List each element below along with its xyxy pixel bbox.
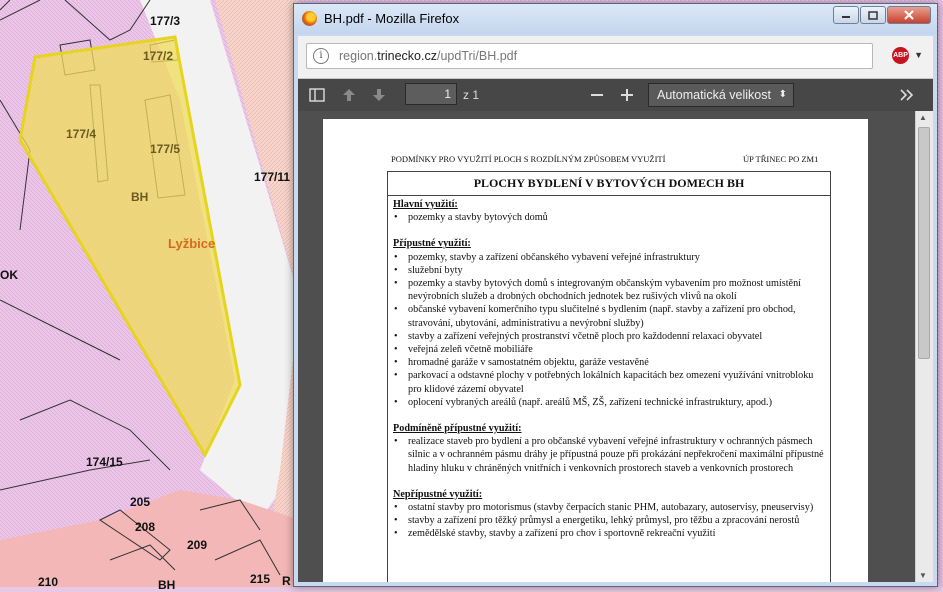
bullet-list: ostatní stavby pro motorismus (stavby če… [393, 501, 826, 541]
parcel-label: R [282, 574, 291, 588]
bullet-list: pozemky a stavby bytových domů [393, 211, 826, 224]
document-header-left: PODMÍNKY PRO VYUŽITÍ PLOCH S ROZDÍLNÝM Z… [391, 154, 666, 164]
section-heading: Nepřípustné využití: [393, 488, 483, 500]
close-button[interactable] [887, 6, 931, 24]
navigation-bar: i region.trinecko.cz/updTri/BH.pdf ABP ▼ [298, 36, 933, 79]
url-bar[interactable]: i region.trinecko.cz/updTri/BH.pdf [306, 43, 873, 69]
parcel-label: 205 [130, 495, 151, 509]
zoom-select[interactable]: Automatická velikost ⬍ [648, 83, 794, 107]
vertical-scrollbar[interactable]: ▲ ▼ [915, 111, 933, 582]
zone-label: BH [158, 578, 176, 592]
url-prefix: region. [339, 49, 378, 63]
minimize-icon [842, 16, 850, 18]
section-heading: Hlavní využití: [393, 199, 458, 210]
close-icon [904, 10, 914, 20]
parcel-label: 177/4 [66, 127, 97, 141]
zoom-out-button[interactable] [588, 84, 606, 106]
list-item: veřejná zeleň včetně mobiliáře [394, 343, 826, 356]
tools-button[interactable] [896, 84, 918, 106]
pdf-viewer[interactable]: PODMÍNKY PRO VYUŽITÍ PLOCH S ROZDÍLNÝM Z… [298, 111, 933, 582]
window-title: BH.pdf - Mozilla Firefox [324, 11, 460, 26]
bullet-list: realizace staveb pro bydlení a pro občan… [393, 435, 826, 475]
list-item: pozemky a stavby bytových domů s integro… [394, 277, 826, 303]
regulation-table: PLOCHY BYDLENÍ V BYTOVÝCH DOMECH BH Hlav… [387, 171, 831, 582]
parcel-label: OK [0, 268, 18, 282]
next-page-button[interactable] [370, 84, 388, 106]
bullet-list: pozemky, stavby a zařízení občanského vy… [393, 251, 826, 410]
select-arrows-icon: ⬍ [778, 89, 787, 100]
zoom-value: Automatická velikost [657, 88, 771, 102]
sidebar-toggle-button[interactable] [308, 84, 326, 106]
info-icon[interactable]: i [313, 48, 329, 64]
page-number-input[interactable]: 1 [405, 83, 457, 105]
minimize-button[interactable] [833, 6, 859, 24]
dropdown-arrow-icon[interactable]: ▼ [914, 50, 923, 60]
previous-page-button[interactable] [340, 84, 358, 106]
maximize-icon [868, 10, 878, 20]
window-controls [833, 6, 931, 24]
list-item: služební byty [394, 264, 826, 277]
parcel-label: 177/2 [143, 49, 174, 63]
pdf-toolbar: 1 z 1 Automatická velikost ⬍ [298, 79, 933, 111]
list-item: pozemky a stavby bytových domů [394, 211, 826, 224]
double-chevron-right-icon [900, 89, 914, 101]
parcel-label: 177/5 [150, 142, 181, 156]
window-titlebar[interactable]: BH.pdf - Mozilla Firefox [294, 4, 937, 34]
section-heading: Přípustné využití: [393, 238, 471, 250]
firefox-logo-icon [302, 11, 317, 26]
list-item: zemědělské stavby, stavby a zařízení pro… [394, 527, 826, 540]
zone-label: BH [131, 190, 149, 204]
parcel-label: 215 [250, 572, 271, 586]
list-item: stavby a zařízení veřejných prostranství… [394, 330, 826, 343]
list-item: parkovací a odstavné plochy v potřebných… [394, 369, 826, 395]
plus-icon [621, 89, 633, 101]
page-count: z 1 [463, 88, 480, 102]
list-item: ostatní stavby pro motorismus (stavby če… [394, 501, 826, 514]
arrow-down-icon [373, 89, 385, 101]
maximize-button[interactable] [860, 6, 886, 24]
firefox-window: BH.pdf - Mozilla Firefox i region.trinec… [293, 3, 938, 587]
arrow-up-icon [343, 89, 355, 101]
scroll-up-icon[interactable]: ▲ [919, 113, 927, 122]
section-heading: Podmíněně přípustné využití: [393, 423, 522, 435]
url-text[interactable]: region.trinecko.cz/updTri/BH.pdf [339, 49, 517, 63]
scrollbar-thumb[interactable] [918, 127, 930, 359]
parcel-label: 177/11 [254, 170, 291, 184]
url-domain: trinecko.cz [377, 49, 437, 63]
regulation-content: Hlavní využití: pozemky a stavby bytovýc… [393, 198, 826, 541]
parcel-label: 209 [187, 538, 208, 552]
list-item: hromadné garáže v samostatném objektu, g… [394, 356, 826, 369]
url-path: /updTri/BH.pdf [436, 49, 518, 63]
pdf-page: PODMÍNKY PRO VYUŽITÍ PLOCH S ROZDÍLNÝM Z… [323, 119, 868, 582]
minus-icon [591, 94, 603, 96]
document-title: PLOCHY BYDLENÍ V BYTOVÝCH DOMECH BH [473, 176, 745, 190]
list-item: pozemky, stavby a zařízení občanského vy… [394, 251, 826, 264]
parcel-label: 208 [135, 520, 156, 534]
document-header-right: ÚP TŘINEC PO ZM1 [743, 154, 819, 164]
list-item: občanské vybavení komerčního typu slučit… [394, 303, 826, 329]
adblock-plus-icon[interactable]: ABP [892, 47, 909, 64]
list-item: oplocení vybraných areálů (např. areálů … [394, 396, 826, 409]
list-item: stavby a zařízení pro těžký průmysl a en… [394, 514, 826, 527]
parcel-label: 174/15 [86, 455, 123, 469]
parcel-label: 177/3 [150, 14, 181, 28]
list-item: realizace staveb pro bydlení a pro občan… [394, 435, 826, 475]
title-divider [388, 195, 830, 196]
place-name-label: Lyžbice [168, 236, 216, 251]
scroll-down-icon[interactable]: ▼ [919, 571, 927, 580]
sidebar-icon [309, 88, 325, 102]
zoom-in-button[interactable] [618, 84, 636, 106]
